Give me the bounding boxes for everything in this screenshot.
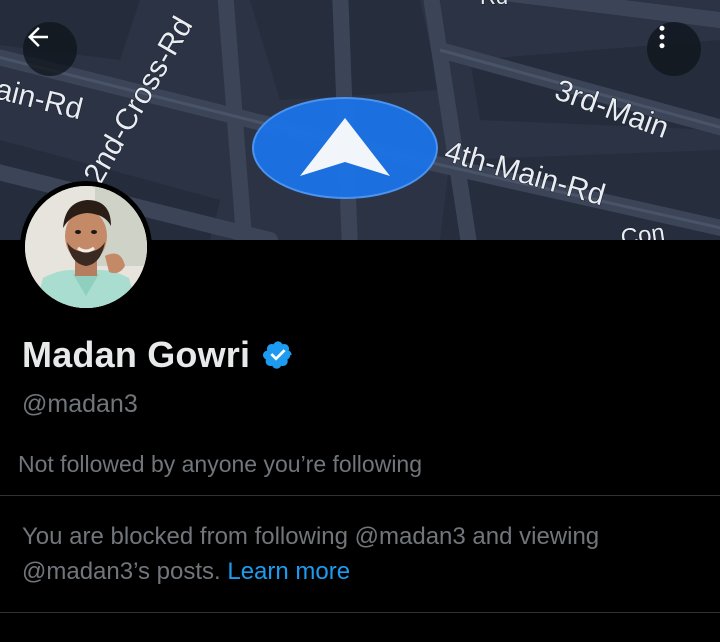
more-options-button[interactable] (647, 22, 701, 76)
navigation-arrow-icon (252, 97, 438, 199)
arrow-left-icon (28, 27, 48, 47)
divider (0, 495, 720, 496)
profile-handle: @madan3 (22, 390, 138, 418)
verified-badge-icon[interactable] (262, 339, 294, 371)
blocked-notice: You are blocked from following @madan3 a… (22, 519, 682, 589)
display-name: Madan Gowri (22, 334, 251, 375)
back-button[interactable] (23, 22, 77, 76)
avatar-photo (25, 186, 147, 308)
more-vertical-icon (659, 25, 665, 49)
street-label-partial-top: Rd (480, 0, 508, 9)
learn-more-link[interactable]: Learn more (227, 558, 350, 585)
divider (0, 612, 720, 613)
avatar[interactable] (20, 181, 152, 313)
followers-you-know-note: Not followed by anyone you’re following (18, 451, 423, 477)
display-name-row: Madan Gowri (22, 332, 294, 378)
